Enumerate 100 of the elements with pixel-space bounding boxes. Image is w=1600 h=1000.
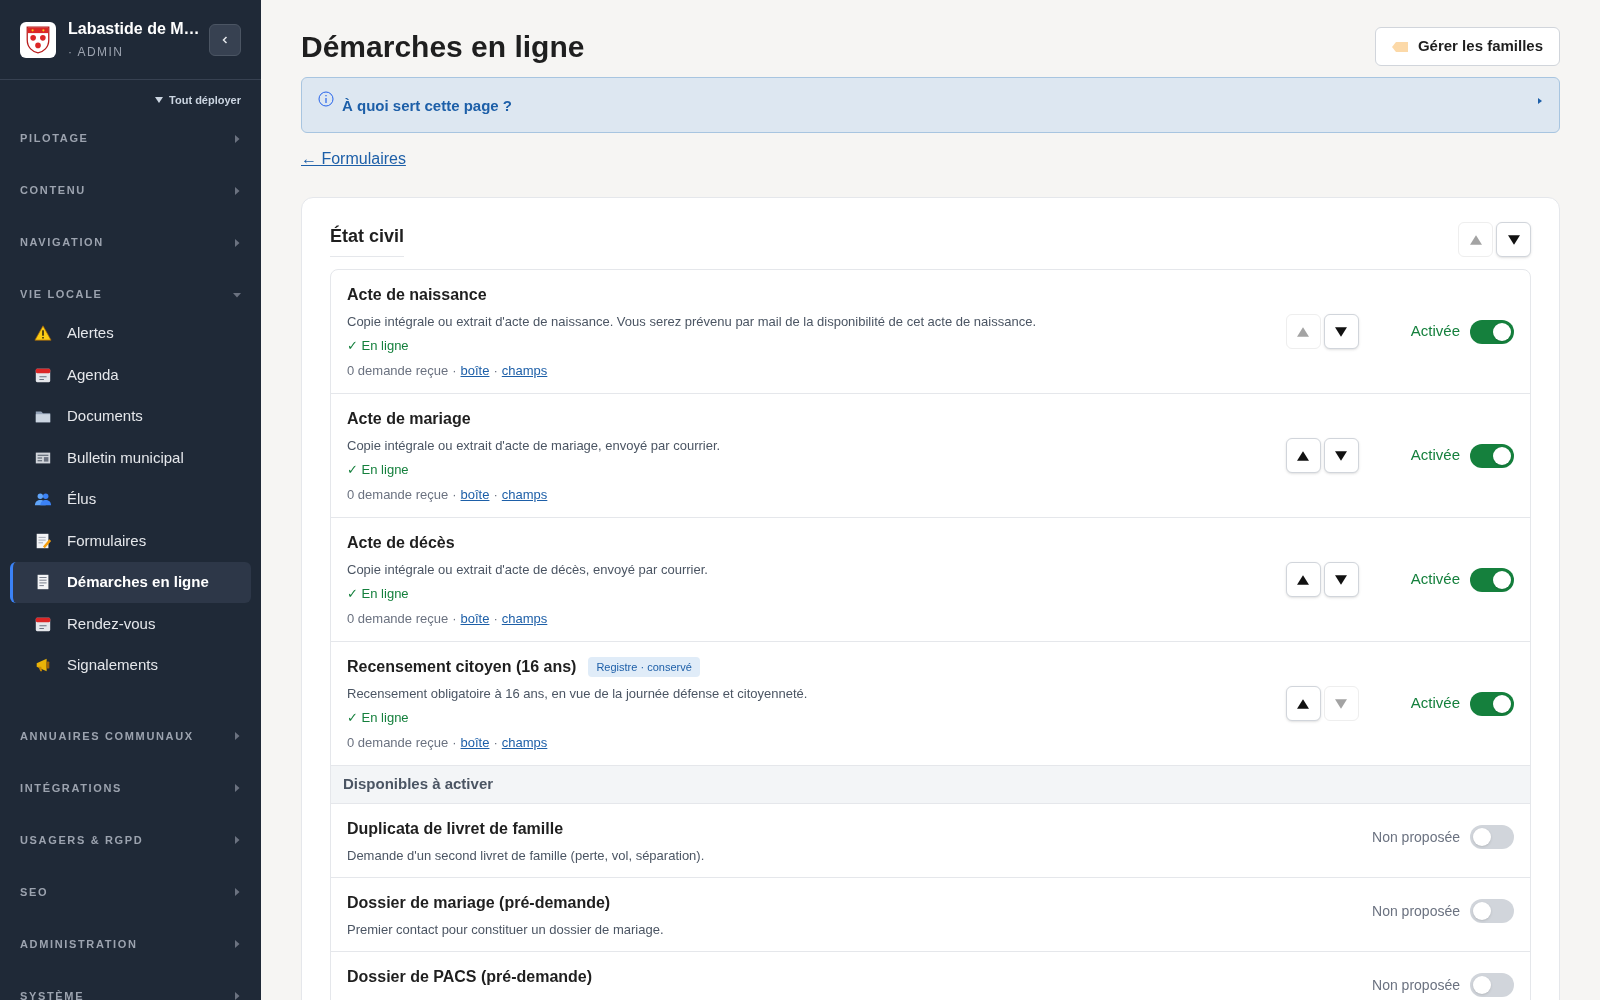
move-down-button[interactable]	[1323, 562, 1359, 597]
request-count: 0 demande reçue	[347, 733, 449, 752]
service-description: Copie intégrale ou extrait d'acte de naissance. Vous serez prévenu par mail de la disponibilité de cet acte de naissance.	[347, 312, 1037, 331]
fields-link[interactable]: champs	[501, 732, 548, 753]
service-title: Dossier de mariage (pré-demande)	[347, 893, 612, 913]
sidebar-item[interactable]: Bulletin municipal	[10, 437, 251, 479]
section-header[interactable]: NAVIGATION	[0, 216, 261, 269]
online-status: ✓ En ligne	[347, 585, 410, 604]
caret-icon	[155, 96, 164, 105]
online-status: ✓ En ligne	[347, 337, 410, 356]
move-down-button[interactable]	[1323, 314, 1359, 349]
status-label: Non proposée	[1372, 901, 1460, 921]
move-down-button[interactable]	[1323, 438, 1359, 473]
box-link[interactable]: boîte	[460, 484, 490, 505]
down-triangle-icon	[1335, 573, 1348, 586]
separator-dot: ·	[493, 733, 498, 752]
section-header[interactable]: SEO	[0, 866, 261, 918]
memo-icon	[34, 531, 52, 550]
manage-families-button[interactable]: Gérer les familles	[1374, 27, 1560, 66]
toggle-switch[interactable]	[1470, 567, 1514, 592]
toggle-switch[interactable]	[1470, 973, 1514, 997]
service-description: Copie intégrale ou extrait d'acte de mariage, envoyé par courrier.	[347, 436, 722, 455]
box-link[interactable]: boîte	[460, 360, 490, 381]
down-triangle-icon	[1335, 449, 1348, 462]
status-label: Activée	[1410, 693, 1460, 714]
box-link[interactable]: boîte	[460, 608, 490, 629]
fields-link[interactable]: champs	[501, 360, 548, 381]
toggle-switch[interactable]	[1470, 319, 1514, 344]
separator-dot: ·	[452, 361, 457, 380]
toggle-switch[interactable]	[1470, 691, 1514, 716]
up-triangle-icon	[1297, 697, 1310, 710]
separator-dot: ·	[452, 609, 457, 628]
service-title: Acte de mariage	[347, 408, 471, 429]
service-title: Dossier de PACS (pré-demande)	[347, 967, 594, 987]
caret-icon	[1537, 98, 1543, 104]
request-count: 0 demande reçue	[347, 485, 449, 504]
help-panel[interactable]: À quoi sert cette page ?	[301, 77, 1560, 133]
info-icon	[318, 91, 334, 107]
separator-dot: ·	[452, 485, 457, 504]
box-link[interactable]: boîte	[460, 732, 490, 753]
online-status: ✓ En ligne	[347, 461, 410, 480]
section-header[interactable]: USAGERS & RGPD	[0, 814, 261, 866]
toggle-switch[interactable]	[1470, 825, 1514, 849]
help-title: À quoi sert cette page ?	[342, 96, 513, 116]
separator-dot: ·	[493, 361, 498, 380]
warning-icon	[34, 324, 52, 343]
status-label: Activée	[1410, 445, 1460, 466]
sidebar-item[interactable]: Signalements	[10, 644, 251, 686]
status-label: Activée	[1410, 321, 1460, 342]
up-triangle-icon	[1297, 449, 1310, 462]
section-header[interactable]: INTÉGRATIONS	[0, 762, 261, 814]
section-header[interactable]: SYSTÈME	[0, 970, 261, 1000]
service-description: Recensement obligatoire à 16 ans, en vue de la journée défense et citoyenneté.	[347, 684, 809, 703]
page-title: Démarches en ligne	[301, 29, 585, 65]
request-count: 0 demande reçue	[347, 361, 449, 380]
service-description: Premier contact pour constituer un dossier de mariage.	[347, 921, 665, 939]
service-description: Demande d'un second livret de famille (perte, vol, séparation).	[347, 847, 706, 865]
service-title: Acte de naissance	[347, 284, 487, 305]
fields-link[interactable]: champs	[501, 608, 548, 629]
section-header[interactable]: ANNUAIRES COMMUNAUX	[0, 710, 261, 762]
up-triangle-icon	[1469, 233, 1482, 246]
status-label: Non proposée	[1372, 827, 1460, 847]
section-header[interactable]: CONTENU	[0, 164, 261, 217]
sidebar-item[interactable]: Agenda	[10, 354, 251, 396]
up-triangle-icon	[1297, 325, 1310, 338]
request-count: 0 demande reçue	[347, 609, 449, 628]
down-triangle-icon	[1335, 697, 1348, 710]
move-down-button[interactable]	[1496, 222, 1531, 257]
family-title: État civil	[330, 222, 405, 257]
role-label: · ADMIN	[68, 43, 125, 61]
sidebar-item[interactable]: Démarches en ligne	[10, 561, 251, 603]
register-badge: Registre · conservé	[588, 656, 700, 677]
tag-icon	[1391, 41, 1408, 52]
down-triangle-icon	[1335, 325, 1348, 338]
expand-all-button[interactable]: Tout déployer	[155, 92, 241, 109]
service-title: Recensement citoyen (16 ans)	[347, 656, 577, 677]
service-description: Copie intégrale ou extrait d'acte de décès, envoyé par courrier.	[347, 560, 709, 579]
crest-logo	[20, 21, 56, 58]
available-header: Disponibles à activer	[331, 766, 1530, 804]
sidebar-item[interactable]: Documents	[10, 395, 251, 437]
section-header[interactable]: ADMINISTRATION	[0, 918, 261, 970]
move-up-button[interactable]	[1285, 438, 1321, 473]
separator-dot: ·	[452, 733, 457, 752]
sidebar-item[interactable]: Élus	[10, 478, 251, 520]
move-up-button[interactable]	[1285, 686, 1321, 721]
toggle-switch[interactable]	[1470, 899, 1514, 923]
sidebar-item[interactable]: Rendez-vous	[10, 603, 251, 645]
move-up-button[interactable]	[1285, 562, 1321, 597]
down-triangle-icon	[1507, 233, 1520, 246]
separator-dot: ·	[493, 609, 498, 628]
status-label: Non proposée	[1372, 975, 1460, 995]
status-label: Activée	[1410, 569, 1460, 590]
online-status: ✓ En ligne	[347, 709, 410, 728]
service-title: Acte de décès	[347, 532, 455, 553]
fields-link[interactable]: champs	[501, 484, 548, 505]
sidebar-item[interactable]: Formulaires	[10, 520, 251, 562]
up-triangle-icon	[1297, 573, 1310, 586]
toggle-switch[interactable]	[1470, 443, 1514, 468]
back-link[interactable]: ← Formulaires	[301, 147, 406, 171]
section-header[interactable]: PILOTAGE	[0, 112, 261, 165]
